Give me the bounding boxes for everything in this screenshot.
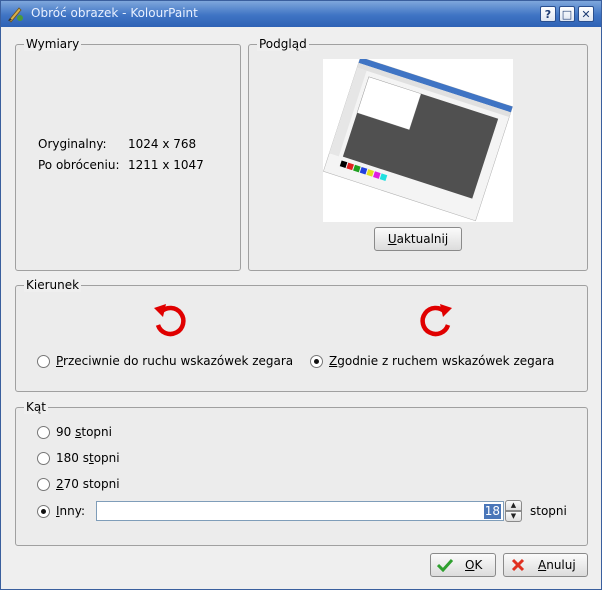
rotated-size-label: Po obróceniu: [38,158,120,172]
dimensions-legend: Wymiary [24,37,82,51]
angle-270-label[interactable]: 270 stopni [56,477,120,491]
spin-down-icon[interactable]: ▼ [505,511,522,522]
counterclockwise-radio[interactable] [37,355,50,368]
preview-image [323,59,513,222]
direction-legend: Kierunek [24,278,82,292]
help-button[interactable]: ? [540,6,556,22]
angle-spinner[interactable]: ▲ ▼ [505,500,522,522]
cancel-button[interactable]: Anuluj [503,553,588,577]
clockwise-radio[interactable] [310,355,323,368]
rotated-screenshot-thumbnail [323,59,513,222]
rotate-clockwise-icon [420,304,452,337]
spin-up-icon[interactable]: ▲ [505,500,522,511]
original-size-value: 1024 x 768 [128,137,197,151]
rotated-size-value: 1211 x 1047 [128,158,204,172]
title-bar[interactable]: Obróć obrazek - KolourPaint ? □ ✕ [1,1,601,27]
ok-button[interactable]: OK [430,553,496,577]
angle-90-radio[interactable] [37,426,50,439]
preview-legend: Podgląd [257,37,309,51]
original-size-label: Oryginalny: [38,137,107,151]
counterclockwise-label[interactable]: Przeciwnie do ruchu wskazówek zegara [56,354,293,368]
angle-90-label[interactable]: 90 stopni [56,425,112,439]
maximize-button[interactable]: □ [559,6,575,22]
close-button[interactable]: ✕ [578,6,594,22]
rotate-counterclockwise-icon [154,304,186,337]
angle-unit-label: stopni [530,504,567,518]
update-preview-button[interactable]: Uaktualnij [374,227,462,251]
kolourpaint-app-icon [8,7,23,23]
clockwise-label[interactable]: Zgodnie z ruchem wskazówek zegara [329,354,554,368]
angle-180-label[interactable]: 180 stopni [56,451,120,465]
angle-180-radio[interactable] [37,452,50,465]
angle-other-radio[interactable] [37,505,50,518]
cancel-x-icon [511,558,525,572]
angle-other-label[interactable]: Inny: [56,504,85,518]
rotate-dialog-window: Obróć obrazek - KolourPaint ? □ ✕ Wymiar… [0,0,602,590]
angle-other-value[interactable]: 18 [483,504,501,519]
direction-group: Kierunek [15,278,588,392]
window-title: Obróć obrazek - KolourPaint [31,6,198,20]
check-icon [437,558,453,572]
angle-legend: Kąt [24,400,48,414]
angle-other-input[interactable]: 18 [96,501,504,521]
angle-270-radio[interactable] [37,478,50,491]
